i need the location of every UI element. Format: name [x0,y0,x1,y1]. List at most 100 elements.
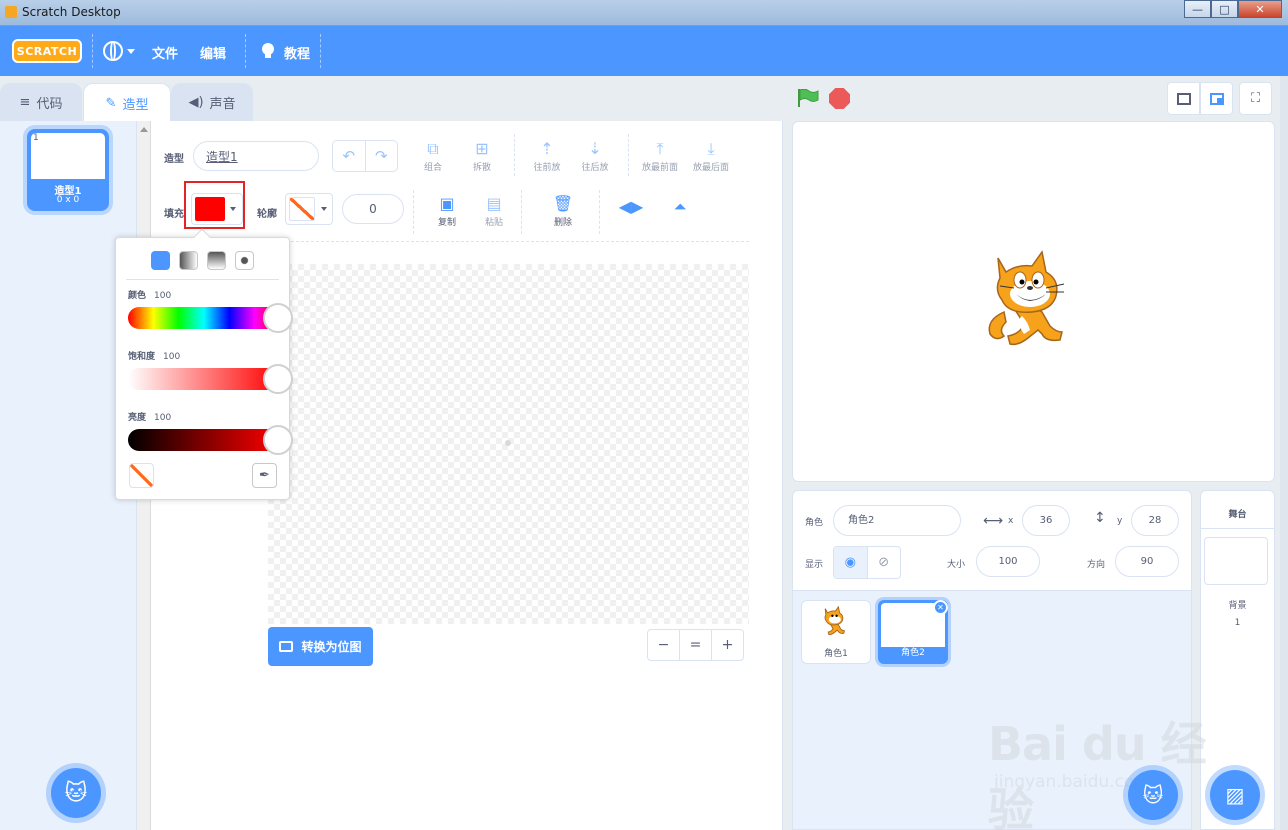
saturation-label: 饱和度 100 [128,352,181,362]
window-scrollbar[interactable] [1280,76,1288,830]
cat-plus-icon: 🐱︎ [1142,783,1164,807]
saturation-slider[interactable] [128,368,280,390]
horizontal-gradient-button[interactable] [179,251,198,270]
fullscreen-button[interactable]: ⛶ [1239,82,1272,115]
size-input[interactable]: 100 [976,546,1040,577]
canvas-center-dot [505,440,511,446]
delete-sprite-icon[interactable]: ✕ [933,600,948,615]
hue-slider-knob[interactable] [263,303,293,333]
saturation-value: 100 [163,352,181,362]
sprite-tile-selected[interactable]: ✕ 角色2 [878,600,948,664]
redo-button[interactable]: ↷ [366,141,398,171]
brightness-label: 亮度 100 [128,413,172,423]
scratch-logo[interactable]: SCRATCH [12,39,82,63]
show-sprite-button[interactable]: ◉ [834,547,868,578]
delete-button[interactable]: 🗑︎ 删除 [541,193,585,228]
solid-fill-button[interactable] [151,251,170,270]
hue-label: 颜色 100 [128,291,172,301]
large-stage-icon [1209,92,1224,105]
costume-item[interactable]: 1 造型1 0 x 0 [27,129,109,211]
eyedropper-button[interactable]: ✒ [252,463,277,488]
image-icon [279,641,294,652]
cat-sprite[interactable] [984,250,1084,355]
menu-bar: SCRATCH 文件 编辑 教程 [0,26,1288,76]
tutorials-menu[interactable]: 教程 [284,43,310,62]
front-icon: ⤒ [656,139,664,158]
tab-costumes-label: 造型 [122,97,149,113]
outline-color-picker[interactable] [285,193,333,225]
maximize-button[interactable]: □ [1211,0,1238,18]
flip-vertical-icon: ⏶ [673,197,687,216]
y-input[interactable]: 28 [1131,505,1179,536]
front-button[interactable]: ⤒ 放最前面 [638,138,682,173]
vertical-gradient-button[interactable] [207,251,226,270]
cat-sprite-thumbnail [824,605,845,636]
speaker-icon: ◀) [188,95,204,110]
group-button[interactable]: ⧉ 组合 [411,138,455,173]
group-icon: ⧉ [427,139,439,158]
brightness-slider[interactable] [128,429,280,451]
tab-sounds[interactable]: ◀) 声音 [171,83,253,121]
radial-gradient-button[interactable] [235,251,254,270]
ungroup-button[interactable]: ⊞ 拆散 [460,138,504,173]
backdrops-count: 1 [1234,618,1241,628]
flip-horizontal-button[interactable]: ◀▶ [609,196,653,218]
no-fill-button[interactable] [129,463,154,488]
stage[interactable] [792,121,1275,482]
forward-button[interactable]: ⇡ 往前放 [525,138,569,173]
eye-slash-icon: ⊘ [878,555,890,570]
green-flag-icon[interactable] [797,89,819,107]
close-window-button[interactable]: ✕ [1238,0,1282,18]
undo-button[interactable]: ↶ [333,141,366,171]
backward-button[interactable]: ⇣ 往后放 [573,138,617,173]
edit-menu[interactable]: 编辑 [200,43,226,62]
stop-icon[interactable] [829,88,850,109]
language-globe-icon[interactable] [103,41,123,61]
tab-code-label: 代码 [36,97,63,112]
hue-slider[interactable] [128,307,280,329]
brightness-slider-knob[interactable] [263,425,293,455]
costume-number: 1 [33,133,39,143]
convert-to-bitmap-button[interactable]: 转换为位图 [268,627,373,666]
copy-button[interactable]: ▣ 复制 [425,193,469,228]
flip-vertical-button[interactable]: ⏶ [658,196,702,218]
zoom-in-button[interactable]: + [712,630,743,660]
x-input[interactable]: 36 [1022,505,1070,536]
saturation-slider-knob[interactable] [263,364,293,394]
chevron-down-icon [127,49,135,54]
cat-plus-icon: 🐱︎ [64,780,88,806]
add-backdrop-button[interactable]: ▨ [1210,770,1260,820]
tab-code[interactable]: ≡ 代码 [0,83,82,121]
small-stage-button[interactable] [1167,82,1200,115]
minimize-button[interactable]: — [1184,0,1211,18]
zoom-reset-button[interactable]: = [680,630,712,660]
forward-icon: ⇡ [540,139,554,158]
back-button[interactable]: ⤓ 放最后面 [689,138,733,173]
hide-sprite-button[interactable]: ⊘ [868,547,901,578]
brush-icon: ✎ [105,95,117,111]
baidu-watermark: Bai du 经验 jingyan.baidu.com [988,717,1207,830]
costume-thumbnail [31,133,105,179]
large-stage-button[interactable] [1200,82,1233,115]
tab-costumes[interactable]: ✎ 造型 [83,83,171,122]
chevron-down-icon [230,207,236,211]
paste-button[interactable]: ▤ 粘贴 [472,193,516,228]
no-outline-swatch [289,197,315,221]
fill-color-picker[interactable] [191,193,243,225]
sprite-tile[interactable]: 角色1 [801,600,871,664]
zoom-out-button[interactable]: − [648,630,680,660]
add-sprite-button[interactable]: 🐱︎ [1128,770,1178,820]
file-menu[interactable]: 文件 [152,43,178,62]
costume-name-input[interactable]: 造型1 [193,141,319,171]
visibility-toggle: ◉ ⊘ [833,546,901,579]
direction-input[interactable]: 90 [1115,546,1179,577]
sprite-name-input[interactable]: 角色2 [833,505,961,536]
outline-width-input[interactable]: 0 [342,194,404,224]
app-icon [5,6,17,18]
backdrops-label: 背景 [1228,601,1247,611]
paint-canvas[interactable] [268,264,749,624]
chevron-down-icon [321,207,327,211]
add-costume-button[interactable]: 🐱︎ [51,768,101,818]
code-icon: ≡ [19,95,31,110]
trash-icon: 🗑︎ [552,194,574,213]
